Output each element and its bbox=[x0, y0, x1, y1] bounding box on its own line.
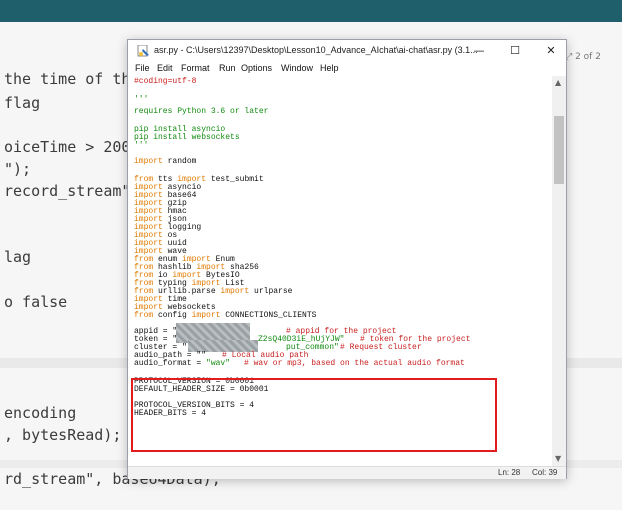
line-indicator: Ln: 28 bbox=[498, 468, 521, 477]
background-code-line: flag bbox=[4, 94, 41, 112]
code-line: #coding=utf-8 bbox=[134, 77, 197, 86]
idle-editor-window[interactable]: asr.py - C:\Users\12397\Desktop\Lesson10… bbox=[127, 39, 567, 479]
code-line: audio_format = "wav" bbox=[134, 359, 231, 368]
menu-options[interactable]: Options bbox=[241, 63, 272, 73]
menu-format[interactable]: Format bbox=[181, 63, 210, 73]
column-indicator: Col: 39 bbox=[532, 468, 558, 477]
menu-edit[interactable]: Edit bbox=[157, 63, 173, 73]
background-code-line: the time of th bbox=[4, 70, 131, 88]
background-code-line: lag bbox=[4, 248, 32, 266]
background-code-line: "); bbox=[4, 160, 32, 178]
background-code-line: record_stream" bbox=[4, 182, 131, 200]
background-code-line: encoding bbox=[4, 404, 77, 422]
page-indicator: ⤢ 2 of 2 bbox=[565, 52, 601, 62]
status-bar: Ln: 28 Col: 39 bbox=[128, 466, 566, 479]
vertical-scrollbar[interactable]: ▲ ▼ bbox=[552, 76, 566, 466]
python-file-icon bbox=[137, 45, 149, 57]
top-bar bbox=[0, 0, 622, 22]
maximize-button[interactable]: ☐ bbox=[504, 42, 526, 60]
code-line: pip install websockets bbox=[134, 133, 240, 142]
scroll-up-icon[interactable]: ▲ bbox=[555, 78, 561, 87]
close-button[interactable]: ✕ bbox=[540, 42, 562, 60]
highlight-box bbox=[131, 378, 497, 452]
code-line: requires Python 3.6 or later bbox=[134, 107, 269, 116]
background-code-line: oiceTime > 200 bbox=[4, 138, 131, 156]
background-code-line: o false bbox=[4, 293, 68, 311]
code-line: import random bbox=[134, 157, 197, 166]
scroll-down-icon[interactable]: ▼ bbox=[555, 454, 561, 463]
code-editor[interactable]: #coding=utf-8 ''' requires Python 3.6 or… bbox=[128, 76, 552, 466]
background-code-line: , bytesRead); bbox=[4, 426, 122, 444]
menu-file[interactable]: File bbox=[135, 63, 150, 73]
code-line: ''' bbox=[134, 95, 149, 104]
code-comment: # Request cluster bbox=[340, 343, 422, 352]
scrollbar-thumb[interactable] bbox=[554, 116, 564, 184]
menu-window[interactable]: Window bbox=[281, 63, 313, 73]
menu-bar: File Edit Format Run Options Window Help bbox=[128, 62, 566, 76]
minimize-button[interactable]: — bbox=[468, 42, 490, 60]
code-comment: # wav or mp3, based on the actual audio … bbox=[244, 359, 465, 368]
title-bar[interactable]: asr.py - C:\Users\12397\Desktop\Lesson10… bbox=[128, 40, 566, 62]
menu-run[interactable]: Run bbox=[219, 63, 236, 73]
menu-help[interactable]: Help bbox=[320, 63, 339, 73]
code-line: from config import CONNECTIONS_CLIENTS bbox=[134, 311, 317, 320]
window-title: asr.py - C:\Users\12397\Desktop\Lesson10… bbox=[154, 45, 478, 55]
code-line: ''' bbox=[134, 141, 149, 150]
